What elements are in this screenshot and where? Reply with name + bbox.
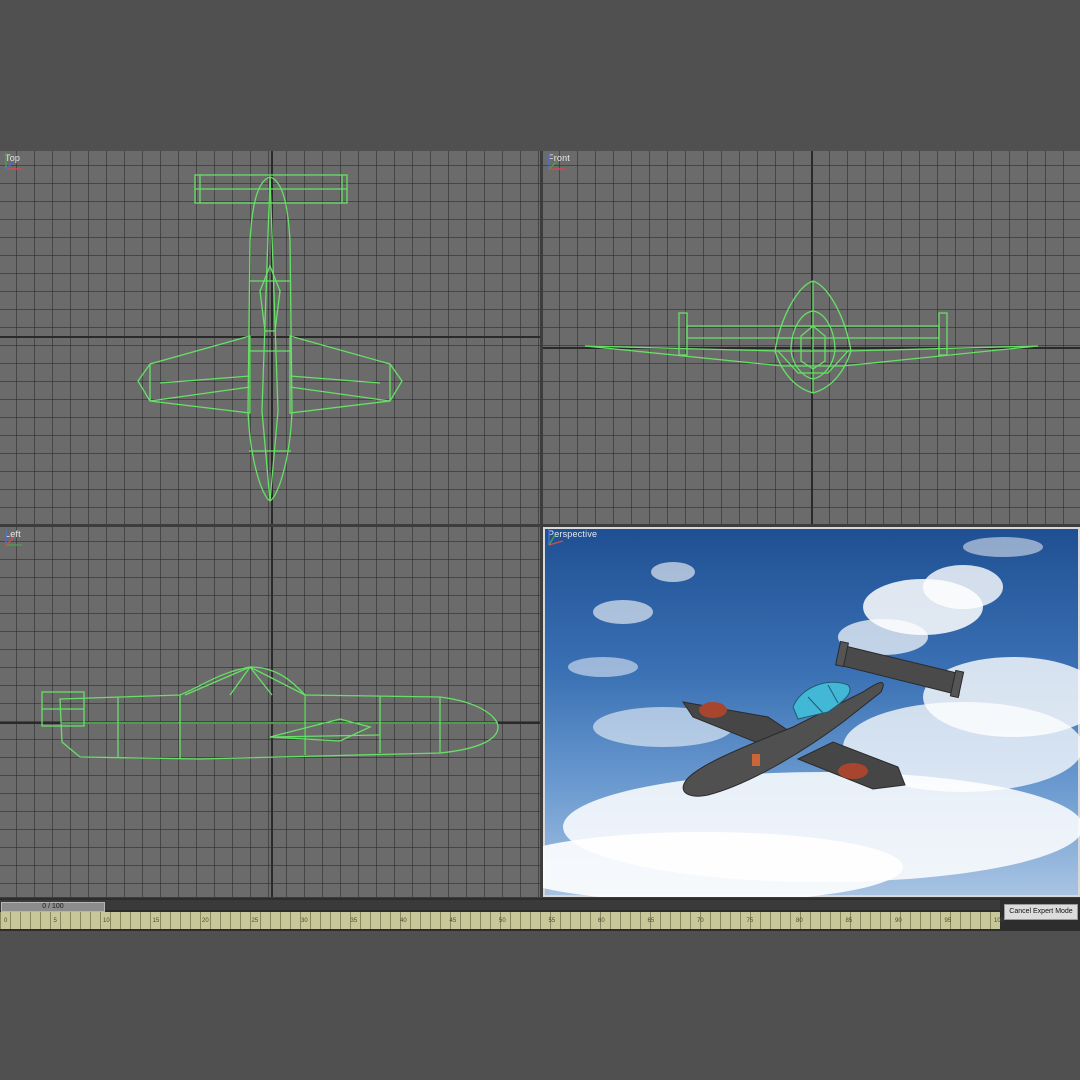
ruler-tick-label: 25 — [251, 918, 259, 924]
axis-tripod-icon — [5, 153, 22, 170]
cancel-expert-mode-button[interactable]: Cancel Expert Mode — [1004, 904, 1078, 920]
top-view-wireframe — [0, 151, 540, 524]
ruler-tick-label: 15 — [152, 918, 160, 924]
time-slider-thumb[interactable]: 0 / 100 — [1, 902, 105, 912]
perspective-render — [543, 537, 1080, 897]
ruler-tick-label: 100 — [994, 918, 1005, 924]
ruler-tick-label: 40 — [400, 918, 407, 924]
ruler-tick-label: 80 — [796, 918, 803, 924]
time-slider-track[interactable]: 0 / 100 — [0, 900, 1000, 912]
ruler-tick-label: 65 — [647, 918, 655, 924]
cloud-layer — [543, 537, 1080, 897]
ruler-tick-label: 30 — [301, 918, 308, 924]
viewport-perspective[interactable]: Perspective — [543, 527, 1080, 897]
axis-tripod-icon — [5, 529, 22, 546]
ruler-tick-label: 85 — [845, 918, 853, 924]
ruler-tick-label: 20 — [202, 918, 209, 924]
ruler-tick-label: 70 — [697, 918, 704, 924]
viewport-left[interactable]: Left — [0, 527, 540, 897]
axis-tripod-icon — [548, 153, 565, 170]
axis-tripod-icon — [548, 529, 564, 546]
ruler-tick-label: 45 — [449, 918, 457, 924]
timeline-bar: 0 / 100 0 5 10 15 20 25 30 35 40 45 50 55 60 65 70 75 80… — [0, 898, 1080, 931]
ruler-tick-label: 55 — [548, 918, 556, 924]
ruler-tick-label: 60 — [598, 918, 605, 924]
ruler-tick-label: 90 — [895, 918, 902, 924]
ruler-tick-label: 35 — [350, 918, 358, 924]
ruler-tick-label: 10 — [103, 918, 110, 924]
track-bar-ruler[interactable]: 0 5 10 15 20 25 30 35 40 45 50 55 60 65 70 75 80 85 90 95 10… — [0, 912, 1004, 929]
ruler-tick-label: 5 — [53, 918, 57, 924]
front-view-wireframe — [543, 151, 1080, 524]
viewport-front[interactable]: Front — [543, 151, 1080, 524]
ruler-tick-label: 95 — [944, 918, 952, 924]
left-view-wireframe — [0, 527, 540, 897]
viewport-top[interactable]: Top — [0, 151, 540, 524]
ruler-tick-label: 75 — [746, 918, 754, 924]
ruler-tick-label: 0 — [4, 918, 8, 924]
ruler-tick-label: 50 — [499, 918, 506, 924]
